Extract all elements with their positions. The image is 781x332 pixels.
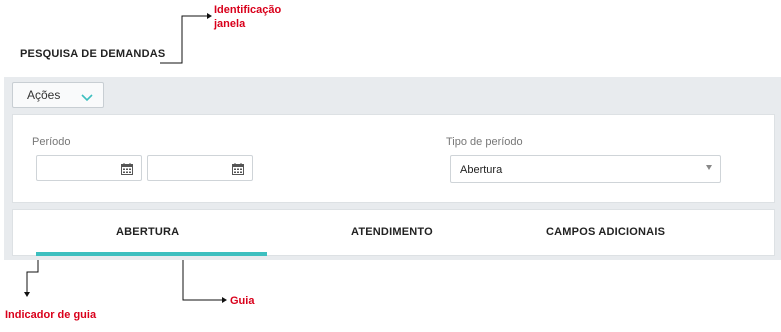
chevron-down-icon [81,91,93,105]
tab-abertura[interactable]: ABERTURA [116,226,179,238]
annotation-tab: Guia [230,295,255,307]
period-start-input[interactable] [36,155,142,181]
period-type-select[interactable]: Abertura [450,155,721,183]
annotation-window-id: Identificação janela [214,3,281,31]
tab-campos-adicionais[interactable]: CAMPOS ADICIONAIS [546,226,665,238]
period-end-input[interactable] [147,155,253,181]
annotation-window-id-line2: janela [214,18,246,30]
active-tab-indicator [36,252,267,256]
dropdown-arrow-icon [706,165,712,170]
period-type-value: Abertura [460,164,503,176]
calendar-icon[interactable] [121,162,133,180]
period-type-label: Tipo de período [446,136,523,148]
calendar-icon[interactable] [232,162,244,180]
annotation-tab-indicator: Indicador de guia [5,309,97,321]
annotation-window-id-line1: Identificação [214,4,282,16]
actions-button-label: Ações [27,88,61,102]
period-label: Período [32,136,71,148]
tab-atendimento[interactable]: ATENDIMENTO [351,226,433,238]
actions-dropdown-button[interactable]: Ações [12,82,104,108]
page-title: PESQUISA DE DEMANDAS [20,48,166,60]
